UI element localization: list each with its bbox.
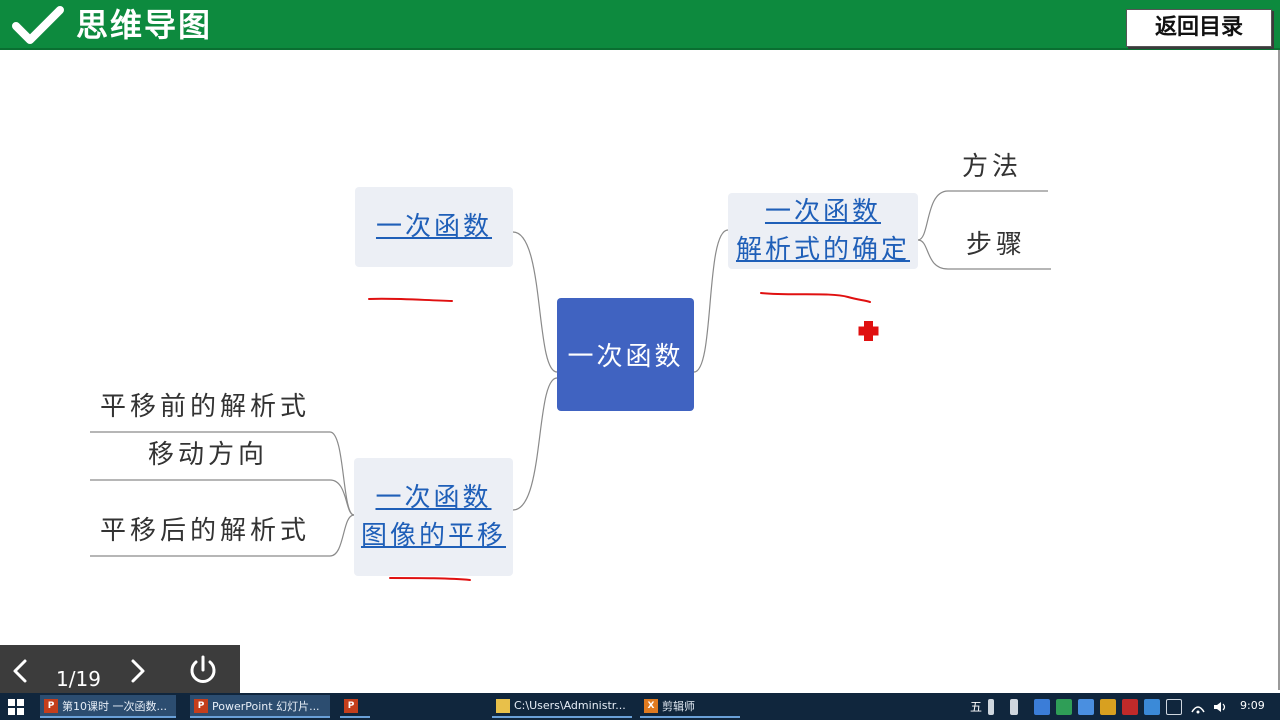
node-left-top[interactable]: 一次函数 xyxy=(355,187,513,267)
leaf-fangfa: 方法 xyxy=(962,152,1023,182)
node-right-top[interactable]: 一次函数 解析式的确定 xyxy=(728,193,918,269)
taskbar-item-explorer[interactable]: C:\Users\Administr... xyxy=(492,695,632,718)
language-icon[interactable] xyxy=(1166,699,1182,715)
node-center: 一次函数 xyxy=(557,298,694,411)
red-cross-cursor-icon xyxy=(858,321,879,341)
taskbar-item-label: PowerPoint 幻灯片... xyxy=(212,699,320,713)
node-left-bottom-link-line2[interactable]: 图像的平移 xyxy=(361,517,506,555)
ime-indicator[interactable]: 五 xyxy=(968,699,984,715)
network-app-icon[interactable] xyxy=(1034,699,1050,715)
shield-icon[interactable] xyxy=(1100,699,1116,715)
node-left-bottom-link-line1[interactable]: 一次函数 xyxy=(375,479,491,517)
previous-slide-icon[interactable] xyxy=(10,657,30,685)
leaf-after-translation: 平移后的解析式 xyxy=(100,516,311,546)
volume-icon[interactable] xyxy=(1212,699,1228,715)
folder-icon xyxy=(496,698,510,713)
antivirus-icon[interactable] xyxy=(1122,699,1138,715)
next-slide-icon[interactable] xyxy=(128,657,148,685)
taskbar: P 第10课时 一次函数... P PowerPoint 幻灯片... P C:… xyxy=(0,693,1280,720)
node-right-top-link-line2[interactable]: 解析式的确定 xyxy=(736,231,910,269)
taskbar-item-ppt[interactable]: P xyxy=(340,695,370,718)
leaf-move-direction: 移动方向 xyxy=(148,440,269,470)
windows-start-icon[interactable] xyxy=(8,699,24,715)
taskbar-item-ppt-slideshow[interactable]: P PowerPoint 幻灯片... xyxy=(190,695,330,718)
wifi-icon[interactable] xyxy=(1190,699,1206,715)
power-icon[interactable] xyxy=(186,653,220,687)
taskbar-item-label: 剪辑师 xyxy=(662,699,695,713)
taskbar-item-video-editor[interactable]: X 剪辑师 xyxy=(640,695,740,718)
taskbar-item-label: 第10课时 一次函数... xyxy=(62,699,167,713)
ime-mode-icon[interactable] xyxy=(988,699,994,715)
connector-center-left-bottom xyxy=(512,377,558,511)
slide-page-number: 1/19 xyxy=(56,667,101,691)
tray-window-icon[interactable] xyxy=(1144,699,1160,715)
taskbar-clock[interactable]: 9:09 xyxy=(1240,699,1265,712)
tray-dot-icon[interactable] xyxy=(1010,699,1018,715)
connector-center-right-top xyxy=(693,229,729,373)
tray-bluetooth-icon[interactable] xyxy=(1078,699,1094,715)
node-right-top-link-line1[interactable]: 一次函数 xyxy=(765,193,881,231)
slideshow-controls: 1/19 xyxy=(0,645,240,693)
leaf-buzhou: 步骤 xyxy=(966,230,1027,260)
powerpoint-icon: P xyxy=(194,698,208,713)
ink-underline-right-top xyxy=(760,292,871,303)
ink-underline-left-top xyxy=(368,297,453,302)
tray-app-icon[interactable] xyxy=(1056,699,1072,715)
powerpoint-icon: P xyxy=(44,698,58,713)
taskbar-item-ppt-doc[interactable]: P 第10课时 一次函数... xyxy=(40,695,176,718)
video-editor-icon: X xyxy=(644,698,658,713)
ink-underline-left-bottom xyxy=(389,577,471,581)
node-left-top-link[interactable]: 一次函数 xyxy=(376,208,492,246)
leaf-before-translation: 平移前的解析式 xyxy=(100,392,311,422)
node-left-bottom[interactable]: 一次函数 图像的平移 xyxy=(354,458,513,576)
powerpoint-icon: P xyxy=(344,698,358,713)
taskbar-item-label: C:\Users\Administr... xyxy=(514,699,626,712)
connector-center-left-top xyxy=(512,231,558,373)
